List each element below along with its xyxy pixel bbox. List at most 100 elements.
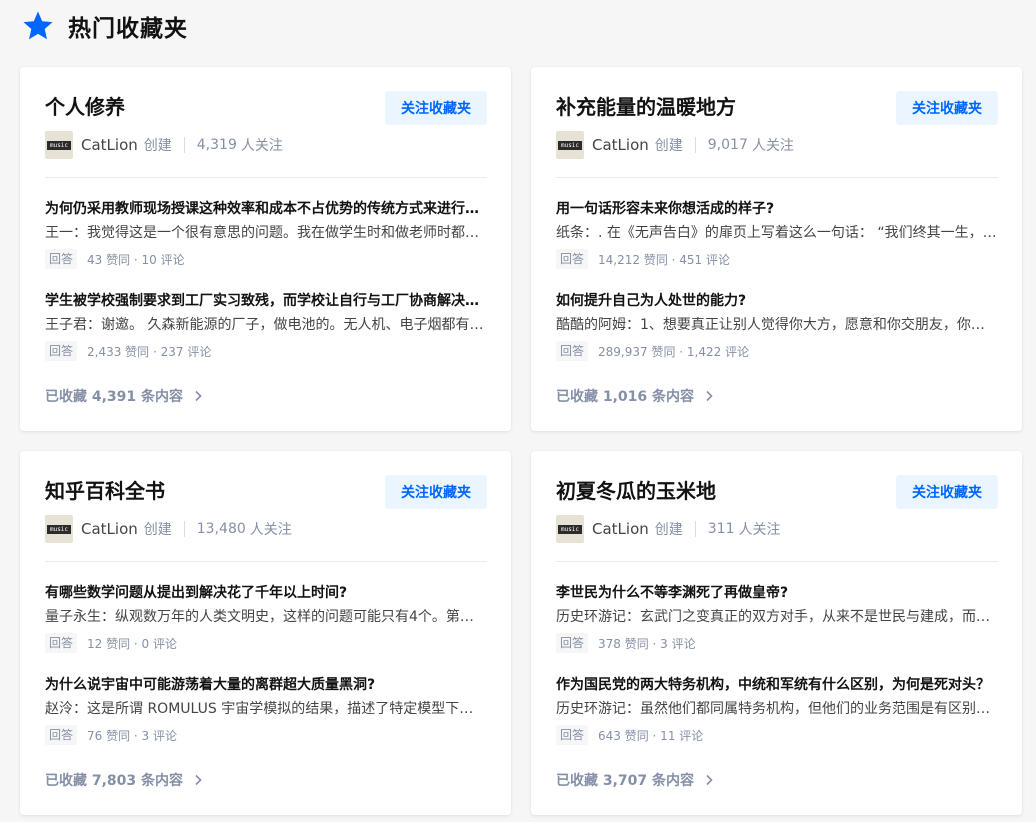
- question-link[interactable]: 有哪些数学问题从提出到解决花了千年以上时间?: [45, 583, 487, 603]
- avatar-text: music: [47, 524, 71, 534]
- chevron-right-icon: [195, 390, 202, 402]
- collection-title[interactable]: 个人修养: [45, 91, 125, 120]
- follow-collection-button[interactable]: 关注收藏夹: [385, 91, 487, 125]
- collection-count-text: 已收藏 4,391 条内容: [45, 389, 184, 405]
- follow-collection-button[interactable]: 关注收藏夹: [385, 475, 487, 509]
- collection-card: 补充能量的温暖地方 关注收藏夹 music CatLion 创建 9,017 人…: [531, 67, 1022, 431]
- chevron-right-icon: [706, 774, 713, 786]
- list-item: 为什么说宇宙中可能游荡着大量的离群超大质量黑洞? 赵泠：这是所谓 ROMULUS…: [45, 675, 487, 755]
- list-item: 李世民为什么不等李渊死了再做皇帝? 历史环游记：玄武门之变真正的双方对手，从来不…: [556, 583, 998, 663]
- avatar[interactable]: music: [556, 131, 584, 159]
- author-name[interactable]: CatLion: [81, 136, 138, 154]
- content-type-badge: 回答: [45, 341, 78, 361]
- stats-text: 643 赞同 · 11 评论: [598, 728, 704, 743]
- avatar-text: music: [558, 140, 582, 150]
- meta-divider: [694, 137, 696, 153]
- content-type-badge: 回答: [556, 249, 589, 269]
- created-label: 创建: [654, 138, 683, 154]
- collection-meta: music CatLion 创建 311 人关注: [556, 515, 781, 543]
- question-link[interactable]: 为什么说宇宙中可能游荡着大量的离群超大质量黑洞?: [45, 675, 487, 695]
- collection-count-link[interactable]: 已收藏 3,707 条内容: [556, 769, 714, 791]
- answer-excerpt[interactable]: 王子君：谢邀。 久森新能源的厂子，做电池的。无人机、电子烟都有供货。: [45, 315, 487, 335]
- list-item: 为何仍采用教师现场授课这种效率和成本不占优势的传统方式来进行教学？ 王一：我觉得…: [45, 199, 487, 279]
- item-stats: 回答 43 赞同 · 10 评论: [45, 249, 487, 269]
- collection-meta: music CatLion 创建 9,017 人关注: [556, 131, 794, 159]
- item-stats: 回答 2,433 赞同 · 237 评论: [45, 341, 487, 361]
- chevron-right-icon: [195, 774, 202, 786]
- collection-title[interactable]: 初夏冬瓜的玉米地: [556, 475, 716, 504]
- content-type-badge: 回答: [45, 725, 78, 745]
- follower-suffix: 人关注: [240, 138, 283, 154]
- follower-suffix: 人关注: [249, 522, 292, 538]
- chevron-right-icon: [706, 390, 713, 402]
- follow-collection-button[interactable]: 关注收藏夹: [896, 475, 998, 509]
- answer-excerpt[interactable]: 历史环游记：玄武门之变真正的双方对手，从来不是世民与建成，而是……: [556, 607, 998, 627]
- meta-divider: [183, 521, 185, 537]
- item-stats: 回答 643 赞同 · 11 评论: [556, 725, 998, 745]
- collection-count-link[interactable]: 已收藏 7,803 条内容: [45, 769, 203, 791]
- card-divider: [556, 561, 998, 562]
- question-link[interactable]: 用一句话形容未来你想活成的样子?: [556, 199, 998, 219]
- question-link[interactable]: 为何仍采用教师现场授课这种效率和成本不占优势的传统方式来进行教学？: [45, 199, 487, 219]
- question-link[interactable]: 作为国民党的两大特务机构，中统和军统有什么区别，为何是死对头？: [556, 675, 998, 695]
- stats-text: 43 赞同 · 10 评论: [87, 252, 185, 267]
- collection-count-link[interactable]: 已收藏 4,391 条内容: [45, 385, 203, 407]
- avatar[interactable]: music: [45, 131, 73, 159]
- section-header: 热门收藏夹: [22, 8, 188, 44]
- avatar[interactable]: music: [556, 515, 584, 543]
- answer-excerpt[interactable]: 纸条：. 在《无声告白》的扉页上写着这么一句话： “我们终其一生，就是要摆脱他人…: [556, 223, 998, 243]
- collection-title[interactable]: 补充能量的温暖地方: [556, 91, 736, 120]
- question-link[interactable]: 学生被学校强制要求到工厂实习致残，而学校让自行与工厂协商解决，该怎么办？: [45, 291, 487, 311]
- content-type-badge: 回答: [45, 633, 78, 653]
- meta-divider: [183, 137, 185, 153]
- item-stats: 回答 76 赞同 · 3 评论: [45, 725, 487, 745]
- content-type-badge: 回答: [556, 341, 589, 361]
- follow-collection-button[interactable]: 关注收藏夹: [896, 91, 998, 125]
- answer-excerpt[interactable]: 赵泠：这是所谓 ROMULUS 宇宙学模拟的结果，描述了特定模型下的星系演化过程…: [45, 699, 487, 719]
- collection-card: 知乎百科全书 关注收藏夹 music CatLion 创建 13,480 人关注…: [20, 451, 511, 815]
- stats-text: 14,212 赞同 · 451 评论: [598, 252, 730, 267]
- star-icon: [23, 11, 53, 40]
- content-type-badge: 回答: [556, 725, 589, 745]
- collection-count-link[interactable]: 已收藏 1,016 条内容: [556, 385, 714, 407]
- collection-title[interactable]: 知乎百科全书: [45, 475, 165, 504]
- collection-count-text: 已收藏 7,803 条内容: [45, 773, 184, 789]
- item-stats: 回答 12 赞同 · 0 评论: [45, 633, 487, 653]
- list-item: 如何提升自己为人处世的能力? 酷酷的阿姆：1、想要真正让别人觉得你大方，愿意和你…: [556, 291, 998, 371]
- list-item: 用一句话形容未来你想活成的样子? 纸条：. 在《无声告白》的扉页上写着这么一句话…: [556, 199, 998, 279]
- avatar[interactable]: music: [45, 515, 73, 543]
- avatar-text: music: [558, 524, 582, 534]
- card-divider: [556, 177, 998, 178]
- collection-card: 初夏冬瓜的玉米地 关注收藏夹 music CatLion 创建 311 人关注 …: [531, 451, 1022, 815]
- follower-suffix: 人关注: [751, 138, 794, 154]
- stats-text: 76 赞同 · 3 评论: [87, 728, 177, 743]
- answer-excerpt[interactable]: 王一：我觉得这是一个很有意思的问题。我在做学生时和做老师时都有过思考。: [45, 223, 487, 243]
- answer-excerpt[interactable]: 量子永生：纵观数万年的人类文明史，这样的问题可能只有4个。第一个是……: [45, 607, 487, 627]
- hot-collections-page: 热门收藏夹 个人修养 关注收藏夹 music CatLion 创建 4,319 …: [0, 0, 1036, 822]
- collection-count-text: 已收藏 1,016 条内容: [556, 389, 695, 405]
- collections-grid: 个人修养 关注收藏夹 music CatLion 创建 4,319 人关注 为何…: [20, 67, 1022, 822]
- question-link[interactable]: 如何提升自己为人处世的能力?: [556, 291, 998, 311]
- collection-count-text: 已收藏 3,707 条内容: [556, 773, 695, 789]
- answer-excerpt[interactable]: 历史环游记：虽然他们都同属特务机构，但他们的业务范围是有区别的……: [556, 699, 998, 719]
- avatar-text: music: [47, 140, 71, 150]
- follower-suffix: 人关注: [738, 522, 781, 538]
- author-name[interactable]: CatLion: [81, 520, 138, 538]
- content-type-badge: 回答: [45, 249, 78, 269]
- item-stats: 回答 289,937 赞同 · 1,422 评论: [556, 341, 998, 361]
- question-link[interactable]: 李世民为什么不等李渊死了再做皇帝?: [556, 583, 998, 603]
- answer-excerpt[interactable]: 酷酷的阿姆：1、想要真正让别人觉得你大方，愿意和你交朋友，你要学会的是……: [556, 315, 998, 335]
- follower-count: 13,480: [196, 521, 246, 537]
- created-label: 创建: [143, 522, 172, 538]
- stats-text: 12 赞同 · 0 评论: [87, 636, 177, 651]
- follower-count: 9,017: [707, 137, 748, 153]
- card-divider: [45, 177, 487, 178]
- collection-card: 个人修养 关注收藏夹 music CatLion 创建 4,319 人关注 为何…: [20, 67, 511, 431]
- collection-meta: music CatLion 创建 4,319 人关注: [45, 131, 283, 159]
- section-title: 热门收藏夹: [68, 16, 188, 42]
- meta-divider: [694, 521, 696, 537]
- stats-text: 2,433 赞同 · 237 评论: [87, 344, 212, 359]
- author-name[interactable]: CatLion: [592, 520, 649, 538]
- author-name[interactable]: CatLion: [592, 136, 649, 154]
- content-type-badge: 回答: [556, 633, 589, 653]
